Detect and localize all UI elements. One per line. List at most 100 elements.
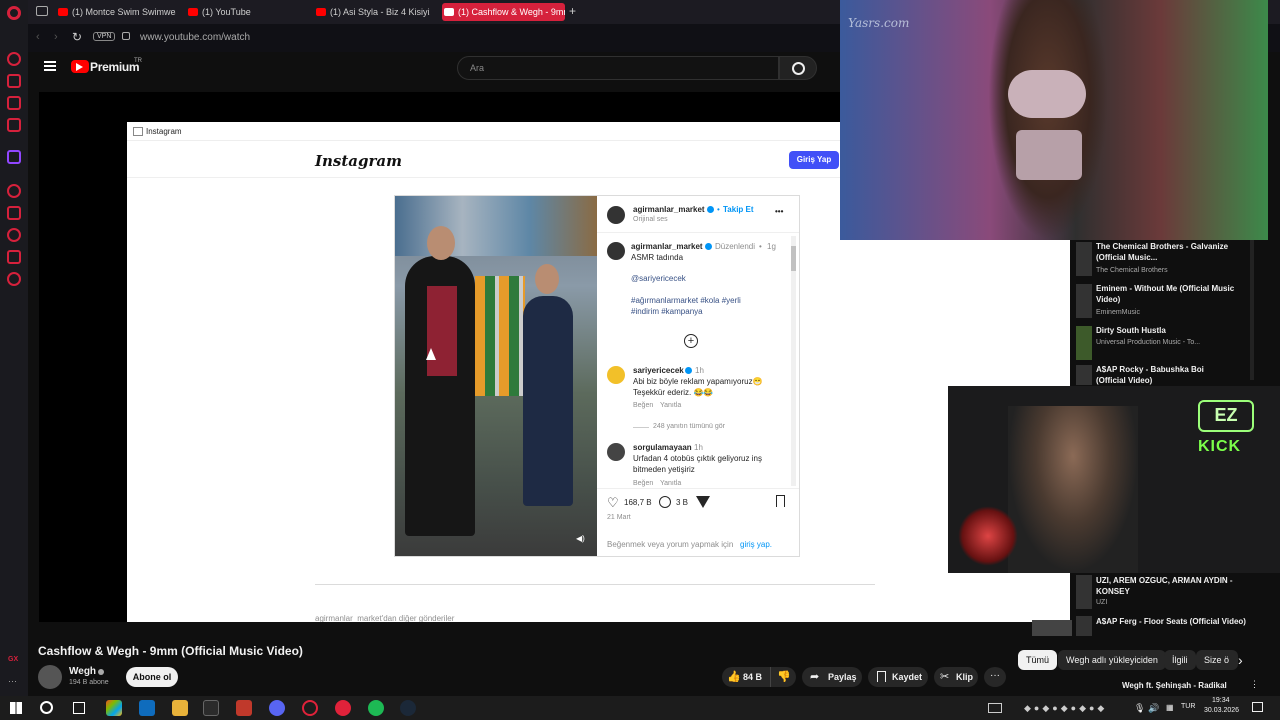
audio-label[interactable]: Orijinal ses bbox=[633, 216, 668, 223]
next-video-title[interactable]: Wegh ft. Şehinşah - Radikal bbox=[1122, 681, 1227, 690]
keyboard-icon[interactable] bbox=[988, 703, 1002, 713]
tab-youtube[interactable]: (1) YouTube bbox=[186, 3, 301, 21]
next-video-menu-icon[interactable]: ⋮ bbox=[1250, 679, 1259, 690]
caption-hashtags-2[interactable]: #indirim #kampanya bbox=[631, 307, 703, 316]
tray-icons[interactable]: ◆●◆●◆●◆●◆ bbox=[1024, 703, 1107, 714]
rec-channel[interactable]: Universal Production Music - To... bbox=[1096, 339, 1200, 346]
opera-gx-taskbar-icon[interactable] bbox=[203, 700, 219, 716]
extensions-icon[interactable] bbox=[7, 250, 21, 264]
task-view-icon[interactable] bbox=[73, 702, 85, 714]
save-button[interactable]: Kaydet bbox=[868, 667, 928, 687]
rec-item[interactable]: Eminem - Without Me (Official Music Vide… bbox=[1076, 282, 1256, 322]
chip-for-you[interactable]: Size ö bbox=[1196, 650, 1238, 670]
channel-avatar[interactable] bbox=[38, 665, 62, 689]
instagram-icon[interactable] bbox=[7, 118, 21, 132]
caption-author[interactable]: agirmanlar_market bbox=[631, 242, 703, 251]
channel-name[interactable]: Wegh bbox=[69, 666, 96, 677]
scrollbar-thumb[interactable] bbox=[791, 246, 796, 271]
more-icon[interactable]: ··· bbox=[8, 676, 17, 686]
commenter-avatar[interactable] bbox=[607, 443, 625, 461]
comment-author[interactable]: sorgulamayaan bbox=[633, 443, 692, 452]
bookmark-icon[interactable] bbox=[776, 495, 785, 507]
tab-montce[interactable]: (1) Montce Swim Swimwea bbox=[56, 3, 176, 21]
messenger-icon[interactable] bbox=[7, 96, 21, 110]
spotify-icon[interactable] bbox=[368, 700, 384, 716]
chip-uploader[interactable]: Wegh adlı yükleyiciden bbox=[1058, 650, 1166, 670]
rec-item[interactable]: UZI, AREM OZGUC, ARMAN AYDIN - KONSEY UZ… bbox=[1076, 575, 1256, 613]
clip-button[interactable]: ✂ Klip bbox=[934, 667, 978, 687]
copilot-icon[interactable] bbox=[106, 700, 122, 716]
rec-thumbnail-wide[interactable] bbox=[1032, 620, 1072, 636]
recs-scrollbar[interactable] bbox=[1250, 240, 1254, 380]
rec-channel[interactable]: The Chemical Brothers bbox=[1096, 267, 1168, 274]
subscribe-button[interactable]: Abone ol bbox=[126, 667, 178, 687]
language-indicator[interactable]: TUR bbox=[1181, 703, 1195, 710]
rec-channel[interactable]: UZI bbox=[1096, 599, 1107, 606]
comment-reply[interactable]: Yanıtla bbox=[660, 402, 681, 409]
rec-title[interactable]: The Chemical Brothers - Galvanize (Offic… bbox=[1096, 241, 1256, 263]
comment-like[interactable]: Beğen bbox=[633, 480, 653, 487]
comment-like[interactable]: Beğen bbox=[633, 402, 653, 409]
heart-icon[interactable]: ♡ bbox=[607, 495, 619, 511]
volume-icon[interactable]: 🔊 bbox=[1148, 703, 1159, 714]
back-icon[interactable]: ‹ bbox=[36, 31, 40, 43]
opera-logo-icon[interactable] bbox=[7, 6, 21, 20]
player-icon[interactable] bbox=[7, 184, 21, 198]
login-link[interactable]: giriş yap. bbox=[740, 540, 772, 549]
share-icon[interactable] bbox=[696, 496, 710, 508]
rec-title[interactable]: Dirty South Hustla bbox=[1096, 325, 1256, 336]
share-button[interactable]: ➦ Paylaş bbox=[802, 667, 862, 687]
rec-thumbnail[interactable] bbox=[1076, 365, 1092, 385]
rec-thumbnail[interactable] bbox=[1076, 326, 1092, 360]
voicemod-icon[interactable] bbox=[236, 700, 252, 716]
mic-icon[interactable]: 🎙 bbox=[1134, 703, 1145, 714]
workspace-icon[interactable] bbox=[7, 74, 21, 88]
twitch-icon[interactable] bbox=[7, 150, 21, 164]
comment-reply[interactable]: Yanıtla bbox=[660, 480, 681, 487]
discord-icon[interactable] bbox=[269, 700, 285, 716]
rec-title[interactable]: UZI, AREM OZGUC, ARMAN AYDIN - KONSEY bbox=[1096, 575, 1256, 597]
mute-icon[interactable]: ◀) bbox=[576, 534, 585, 543]
clock-time[interactable]: 19:34 bbox=[1212, 697, 1230, 704]
opera-icon[interactable] bbox=[302, 700, 318, 716]
rec-thumbnail[interactable] bbox=[1076, 284, 1092, 318]
load-more-icon[interactable]: + bbox=[684, 334, 698, 348]
aria-icon[interactable] bbox=[7, 52, 21, 66]
view-replies[interactable]: 248 yanıtın tümünü gör bbox=[653, 423, 725, 430]
rec-title[interactable]: Eminem - Without Me (Official Music Vide… bbox=[1096, 283, 1256, 305]
url-text[interactable]: www.youtube.com/watch bbox=[140, 32, 250, 43]
bookmarks-icon[interactable] bbox=[7, 206, 21, 220]
tab-asi-styla[interactable]: (1) Asi Styla - Biz 4 Kisiyiz bbox=[314, 3, 430, 21]
comment-icon[interactable] bbox=[659, 496, 671, 508]
rec-thumbnail[interactable] bbox=[1076, 616, 1092, 636]
search-button[interactable] bbox=[779, 56, 817, 80]
rec-title[interactable]: A$AP Rocky - Babushka Boi (Official Vide… bbox=[1096, 364, 1226, 386]
post-photo[interactable]: ◀) bbox=[395, 196, 597, 556]
vpn-badge[interactable]: VPN bbox=[93, 32, 116, 41]
more-posts-label[interactable]: agirmanlar_market'dan diğer gönderiler bbox=[315, 614, 454, 622]
network-icon[interactable]: ▦ bbox=[1166, 703, 1174, 712]
rec-title[interactable]: A$AP Ferg - Floor Seats (Official Video) bbox=[1096, 616, 1256, 627]
forward-icon[interactable]: › bbox=[54, 31, 58, 43]
start-icon[interactable] bbox=[10, 702, 22, 714]
post-author[interactable]: agirmanlar_market bbox=[633, 205, 705, 214]
rec-item[interactable]: A$AP Rocky - Babushka Boi (Official Vide… bbox=[1076, 363, 1256, 387]
author-avatar[interactable] bbox=[607, 206, 625, 224]
tab-cashflow-active[interactable]: (1) Cashflow & Wegh - 9mm bbox=[442, 3, 565, 21]
opera-browser-icon[interactable] bbox=[335, 700, 351, 716]
notification-icon[interactable] bbox=[1252, 702, 1263, 712]
comment-author[interactable]: sariyericecek bbox=[633, 366, 684, 375]
rec-item[interactable]: Dirty South Hustla Universal Production … bbox=[1076, 324, 1256, 364]
rec-channel[interactable]: EminemMusic bbox=[1096, 309, 1140, 316]
chips-next-icon[interactable]: › bbox=[1238, 652, 1243, 668]
search-input[interactable]: Ara bbox=[457, 56, 779, 80]
more-actions-button[interactable]: ··· bbox=[984, 667, 1006, 687]
settings-icon[interactable] bbox=[7, 272, 21, 286]
new-tab-button[interactable]: + bbox=[569, 4, 576, 18]
commenter-avatar[interactable] bbox=[607, 366, 625, 384]
search-icon[interactable] bbox=[40, 701, 53, 714]
caption-mention[interactable]: @sariyericecek bbox=[631, 274, 686, 283]
rec-item[interactable]: A$AP Ferg - Floor Seats (Official Video) bbox=[1076, 616, 1256, 638]
steam-icon[interactable] bbox=[400, 700, 416, 716]
instagram-logo[interactable]: Instagram bbox=[315, 152, 402, 170]
